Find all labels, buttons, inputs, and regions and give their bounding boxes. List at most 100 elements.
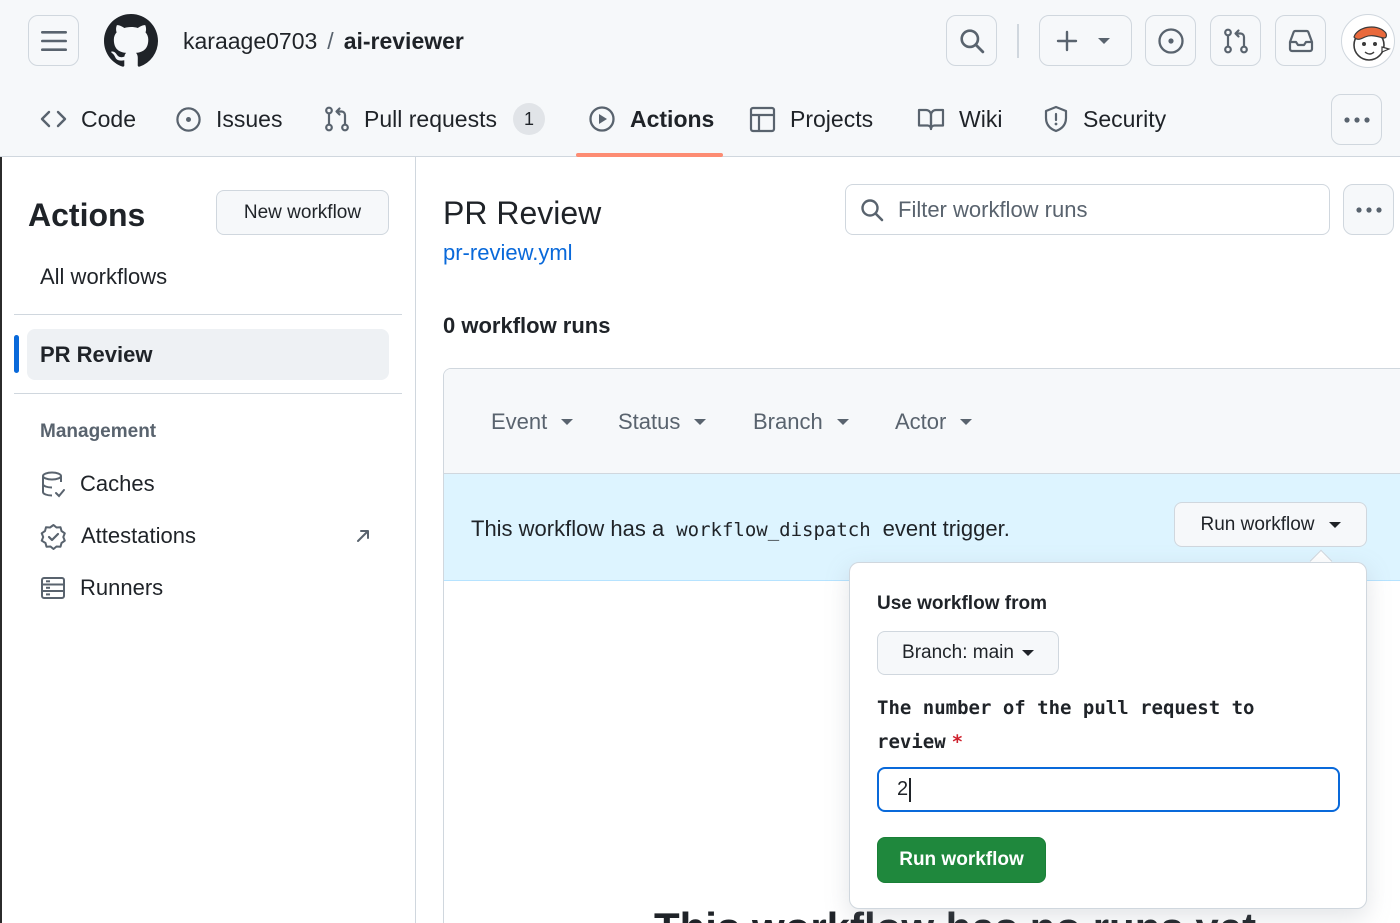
sidebar-item-all-workflows[interactable]: All workflows [40,262,167,292]
sidebar-section-heading: Management [40,421,157,442]
sidebar-title: Actions [28,197,146,233]
database-icon [42,471,65,497]
filter-label: Actor [895,409,947,434]
button-label: Branch: main [902,642,1014,663]
filter-label: Status [618,409,681,434]
input-value: 2 [897,778,909,800]
workflow-title: PR Review [443,195,602,231]
header-divider [1017,24,1019,58]
tab-actions[interactable]: Actions [588,96,714,142]
caret-down-icon [836,419,849,425]
use-workflow-from-label: Use workflow from [877,593,1047,614]
tab-label: Wiki [959,105,1003,132]
actor-filter[interactable]: Actor [895,408,973,436]
git-pull-request-icon [1223,28,1248,53]
workflow-menu-button[interactable] [1343,184,1394,235]
pr-number-label: The number of the pull request to review… [877,691,1317,759]
run-workflow-dropdown-button[interactable]: Run workflow [1174,502,1367,547]
book-icon [917,108,945,131]
selected-item-indicator [14,335,19,373]
caret-down-icon [1021,650,1034,656]
event-filter[interactable]: Event [491,408,574,436]
git-pull-request-icon [325,106,349,132]
tab-security[interactable]: Security [1043,96,1166,142]
caret-down-icon [561,419,574,425]
inbox-icon [1288,29,1313,52]
table-icon [749,106,776,132]
repo-name-link[interactable]: ai-reviewer [344,28,464,54]
branch-filter[interactable]: Branch [753,408,849,436]
caret-down-icon [960,419,973,425]
breadcrumb: karaage0703 / ai-reviewer [183,26,464,56]
selected-tab-indicator [576,153,723,157]
sidebar-divider-line [14,314,402,315]
run-workflow-popover: Use workflow from Branch: main The numbe… [849,562,1367,909]
filter-label: Event [491,409,548,434]
server-icon [41,577,65,599]
user-avatar[interactable] [1341,14,1395,68]
kebab-horizontal-icon [1343,116,1370,123]
tab-label: Pull requests [364,105,497,132]
dispatch-prefix: This workflow has a [471,516,665,541]
pull-requests-counter: 1 [512,103,545,135]
sidebar-item-label: PR Review [40,342,153,367]
chevron-down-icon [1098,37,1110,44]
button-label: Run workflow [1200,513,1315,535]
shield-icon [1044,105,1068,133]
required-asterisk: * [951,731,964,753]
tab-wiki[interactable]: Wiki [917,96,1002,142]
issue-opened-icon [176,106,201,132]
tab-label: Issues [216,105,283,132]
caret-down-icon [1328,521,1341,528]
branch-select-button[interactable]: Branch: main [877,631,1059,675]
breadcrumb-separator: / [327,28,334,54]
filter-label: Branch [753,409,823,434]
status-filter[interactable]: Status [618,408,707,436]
pr-number-input[interactable]: 2 [877,767,1340,812]
runs-filter-bar: Event Status Branch Actor [444,369,1400,474]
text-cursor [909,777,911,802]
tab-code[interactable]: Code [40,96,136,142]
tab-projects[interactable]: Projects [749,96,873,142]
workflow-file-link[interactable]: pr-review.yml [443,238,573,268]
run-workflow-submit-button[interactable]: Run workflow [877,837,1046,883]
filter-workflow-runs-input[interactable]: Filter workflow runs [845,184,1330,235]
tab-issues[interactable]: Issues [175,96,282,142]
pull-requests-button[interactable] [1210,15,1261,66]
dispatch-message: This workflow has a workflow_dispatch even… [471,514,1010,545]
sidebar-item-label: Runners [80,575,164,600]
sidebar-item-caches[interactable]: Caches [40,469,155,499]
caret-down-icon [694,419,707,425]
search-icon [861,198,884,221]
tab-label: Security [1083,105,1167,132]
tab-label: Actions [630,105,715,132]
verified-icon [40,523,66,550]
issue-opened-icon [1157,27,1184,54]
hamburger-icon [40,30,67,51]
hamburger-menu-button[interactable] [28,15,79,66]
more-tabs-button[interactable] [1331,94,1382,145]
sidebar-item-runners[interactable]: Runners [40,573,163,603]
tab-pull-requests[interactable]: Pull requests 1 [324,96,545,142]
inbox-button[interactable] [1275,15,1326,66]
new-workflow-button[interactable]: New workflow [216,190,389,235]
github-logo-icon[interactable] [104,14,158,68]
sidebar-divider-line [14,393,402,394]
search-button[interactable] [946,15,997,66]
create-new-button[interactable] [1039,15,1132,66]
dispatch-code: workflow_dispatch [676,519,871,541]
sidebar-divider [415,157,416,923]
workflow-runs-count: 0 workflow runs [443,313,611,338]
tab-label: Code [81,105,136,132]
plus-icon [1056,30,1078,51]
arrow-up-right-icon [357,530,369,542]
sidebar-item-attestations[interactable]: Attestations [40,521,196,551]
sidebar-item-label: Caches [80,471,155,496]
sidebar-item-label: Attestations [81,523,196,548]
code-icon [40,110,67,128]
filter-placeholder: Filter workflow runs [898,196,1088,222]
play-icon [589,106,615,132]
tab-label: Projects [790,105,874,132]
issues-button[interactable] [1145,15,1196,66]
repo-owner-link[interactable]: karaage0703 [183,28,317,54]
